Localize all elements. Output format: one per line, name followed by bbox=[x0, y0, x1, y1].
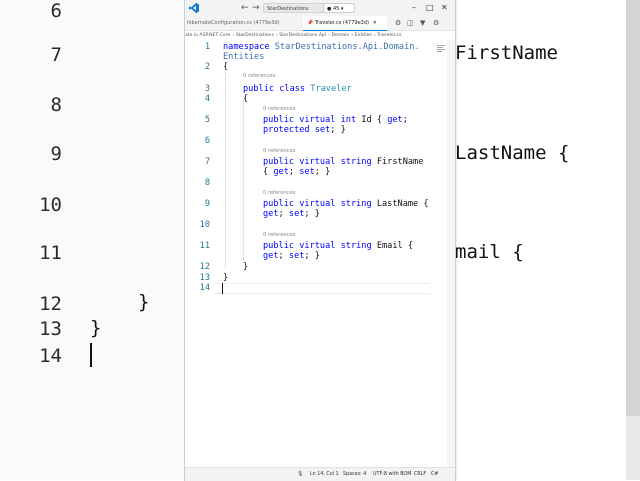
bg-right-panel: FirstName LastName { mail { bbox=[455, 0, 640, 480]
indent-guide bbox=[243, 100, 244, 260]
cursor-position[interactable]: Ln 14, Col 1 bbox=[310, 468, 339, 481]
code-line: public virtual int Id { get; bbox=[263, 115, 408, 125]
counter-badge[interactable]: ● 45 ▾ bbox=[323, 3, 355, 13]
bg-line-number: 9 bbox=[50, 143, 62, 165]
tab-list-icon[interactable]: ▼ bbox=[420, 18, 425, 28]
code-line: namespace StarDestinations.Api.Domain. bbox=[223, 42, 420, 52]
code-editor[interactable]: 0 references 0 references 0 references 0 re… bbox=[185, 40, 455, 467]
bg-scrollbar bbox=[626, 0, 640, 480]
window-shadow bbox=[455, 0, 458, 480]
line-number: 3 bbox=[204, 84, 210, 94]
line-number: 14 bbox=[199, 283, 210, 293]
tab-label: hibernateConfiguration.cs (4779e3d) bbox=[187, 20, 280, 26]
references-codelens[interactable]: 0 references bbox=[263, 148, 295, 154]
line-number: 4 bbox=[204, 94, 210, 104]
ide-window: ← → StarDestinations ● 45 ▾ – □ ✕ hibern… bbox=[185, 0, 455, 481]
language-status[interactable]: C# bbox=[431, 468, 438, 481]
breadcrumb-item[interactable]: StarDestinations.Api bbox=[279, 33, 326, 38]
bg-brace: } bbox=[138, 291, 150, 313]
vertical-scrollbar[interactable] bbox=[447, 40, 455, 467]
references-codelens[interactable]: 0 references bbox=[263, 232, 295, 238]
counter-value: 45 bbox=[332, 6, 340, 12]
code-line: } bbox=[243, 262, 249, 272]
code-line: public virtual string FirstName bbox=[263, 157, 424, 167]
tab-close-icon[interactable]: ✕ bbox=[373, 20, 377, 26]
maximize-icon[interactable]: □ bbox=[426, 1, 434, 15]
code-line: { bbox=[223, 62, 229, 72]
bg-line-number: 10 bbox=[39, 194, 62, 216]
minimap-toggle-icon[interactable] bbox=[437, 45, 445, 54]
gear-icon[interactable]: ⚙ bbox=[395, 18, 401, 28]
line-ending-status[interactable]: CRLF bbox=[414, 468, 426, 481]
code-line: public virtual string LastName { bbox=[263, 199, 429, 209]
code-line: public virtual string Email { bbox=[263, 241, 414, 251]
line-number: 12 bbox=[199, 262, 210, 272]
code-line: { bbox=[243, 94, 249, 104]
breadcrumb: ate in ASP.NET Core › StarDestinations › S… bbox=[185, 33, 402, 38]
code-line: Entities bbox=[223, 52, 265, 62]
breadcrumb-item[interactable]: Entities bbox=[355, 33, 372, 38]
line-number: 10 bbox=[199, 220, 210, 230]
code-line: } bbox=[223, 273, 229, 283]
bg-fragment: mail { bbox=[455, 241, 524, 263]
line-number: 8 bbox=[204, 178, 210, 188]
bg-line-number: 13 bbox=[39, 318, 62, 340]
code-line: protected set; } bbox=[263, 125, 346, 135]
breadcrumb-item[interactable]: ate in ASP.NET Core bbox=[185, 33, 230, 38]
line-number: 9 bbox=[204, 199, 210, 209]
references-codelens[interactable]: 0 references bbox=[243, 73, 275, 79]
split-editor-icon[interactable]: ◫ bbox=[407, 18, 414, 28]
breadcrumb-item[interactable]: Domain bbox=[331, 33, 349, 38]
settings-icon[interactable]: ⚙ bbox=[433, 18, 439, 28]
encoding-status[interactable]: UTF-8 with BOM bbox=[373, 468, 411, 481]
code-line: public class Traveler bbox=[243, 84, 352, 94]
bg-line-number: 8 bbox=[50, 94, 62, 116]
bg-line-number: 12 bbox=[39, 293, 62, 315]
bg-line-number: 7 bbox=[50, 44, 62, 66]
code-line: get; set; } bbox=[263, 251, 320, 261]
code-line: { get; set; } bbox=[263, 167, 331, 177]
bg-cursor bbox=[90, 343, 92, 367]
mic-icon[interactable]: 🎙 bbox=[297, 468, 303, 481]
references-codelens[interactable]: 0 references bbox=[263, 106, 295, 112]
code-line: get; set; } bbox=[263, 209, 320, 219]
tab-traveler[interactable]: 📌 Traveler.cs (4779e3d) ✕ bbox=[303, 16, 387, 31]
tab-label: Traveler.cs (4779e3d) bbox=[314, 20, 369, 26]
bg-brace: } bbox=[90, 317, 102, 339]
visual-studio-logo-icon bbox=[189, 3, 199, 13]
line-number: 7 bbox=[204, 157, 210, 167]
minimize-icon[interactable]: – bbox=[412, 1, 416, 15]
status-bar: 🎙 Ln 14, Col 1 Spaces: 4 UTF-8 with BOM … bbox=[185, 467, 455, 481]
indent-guide bbox=[225, 72, 226, 268]
line-number: 1 bbox=[204, 42, 210, 52]
current-line-highlight bbox=[215, 283, 430, 294]
indentation-status[interactable]: Spaces: 4 bbox=[343, 468, 366, 481]
forward-arrow-icon[interactable]: → bbox=[252, 2, 260, 14]
bg-line-number: 6 bbox=[50, 0, 62, 22]
tab-hibernate-configuration[interactable]: hibernateConfiguration.cs (4779e3d) bbox=[185, 16, 297, 30]
line-number: 11 bbox=[199, 241, 210, 251]
bg-line-number: 11 bbox=[39, 242, 62, 264]
bg-fragment: FirstName bbox=[455, 42, 558, 64]
back-arrow-icon[interactable]: ← bbox=[241, 2, 249, 14]
line-number: 5 bbox=[204, 115, 210, 125]
tab-bar: hibernateConfiguration.cs (4779e3d) 📌 Tr… bbox=[185, 16, 455, 31]
breadcrumb-item[interactable]: StarDestinations bbox=[236, 33, 274, 38]
bg-fragment: LastName { bbox=[455, 142, 570, 164]
line-number: 6 bbox=[204, 136, 210, 146]
title-bar: ← → StarDestinations ● 45 ▾ – □ ✕ bbox=[185, 0, 455, 17]
text-cursor bbox=[222, 283, 223, 294]
bg-line-number: 14 bbox=[39, 345, 62, 367]
breadcrumb-item[interactable]: Traveler.cs bbox=[377, 33, 401, 38]
references-codelens[interactable]: 0 references bbox=[263, 190, 295, 196]
close-icon[interactable]: ✕ bbox=[441, 1, 448, 15]
line-number: 13 bbox=[199, 273, 210, 283]
pin-icon: 📌 bbox=[307, 20, 314, 26]
line-number: 2 bbox=[204, 62, 210, 72]
